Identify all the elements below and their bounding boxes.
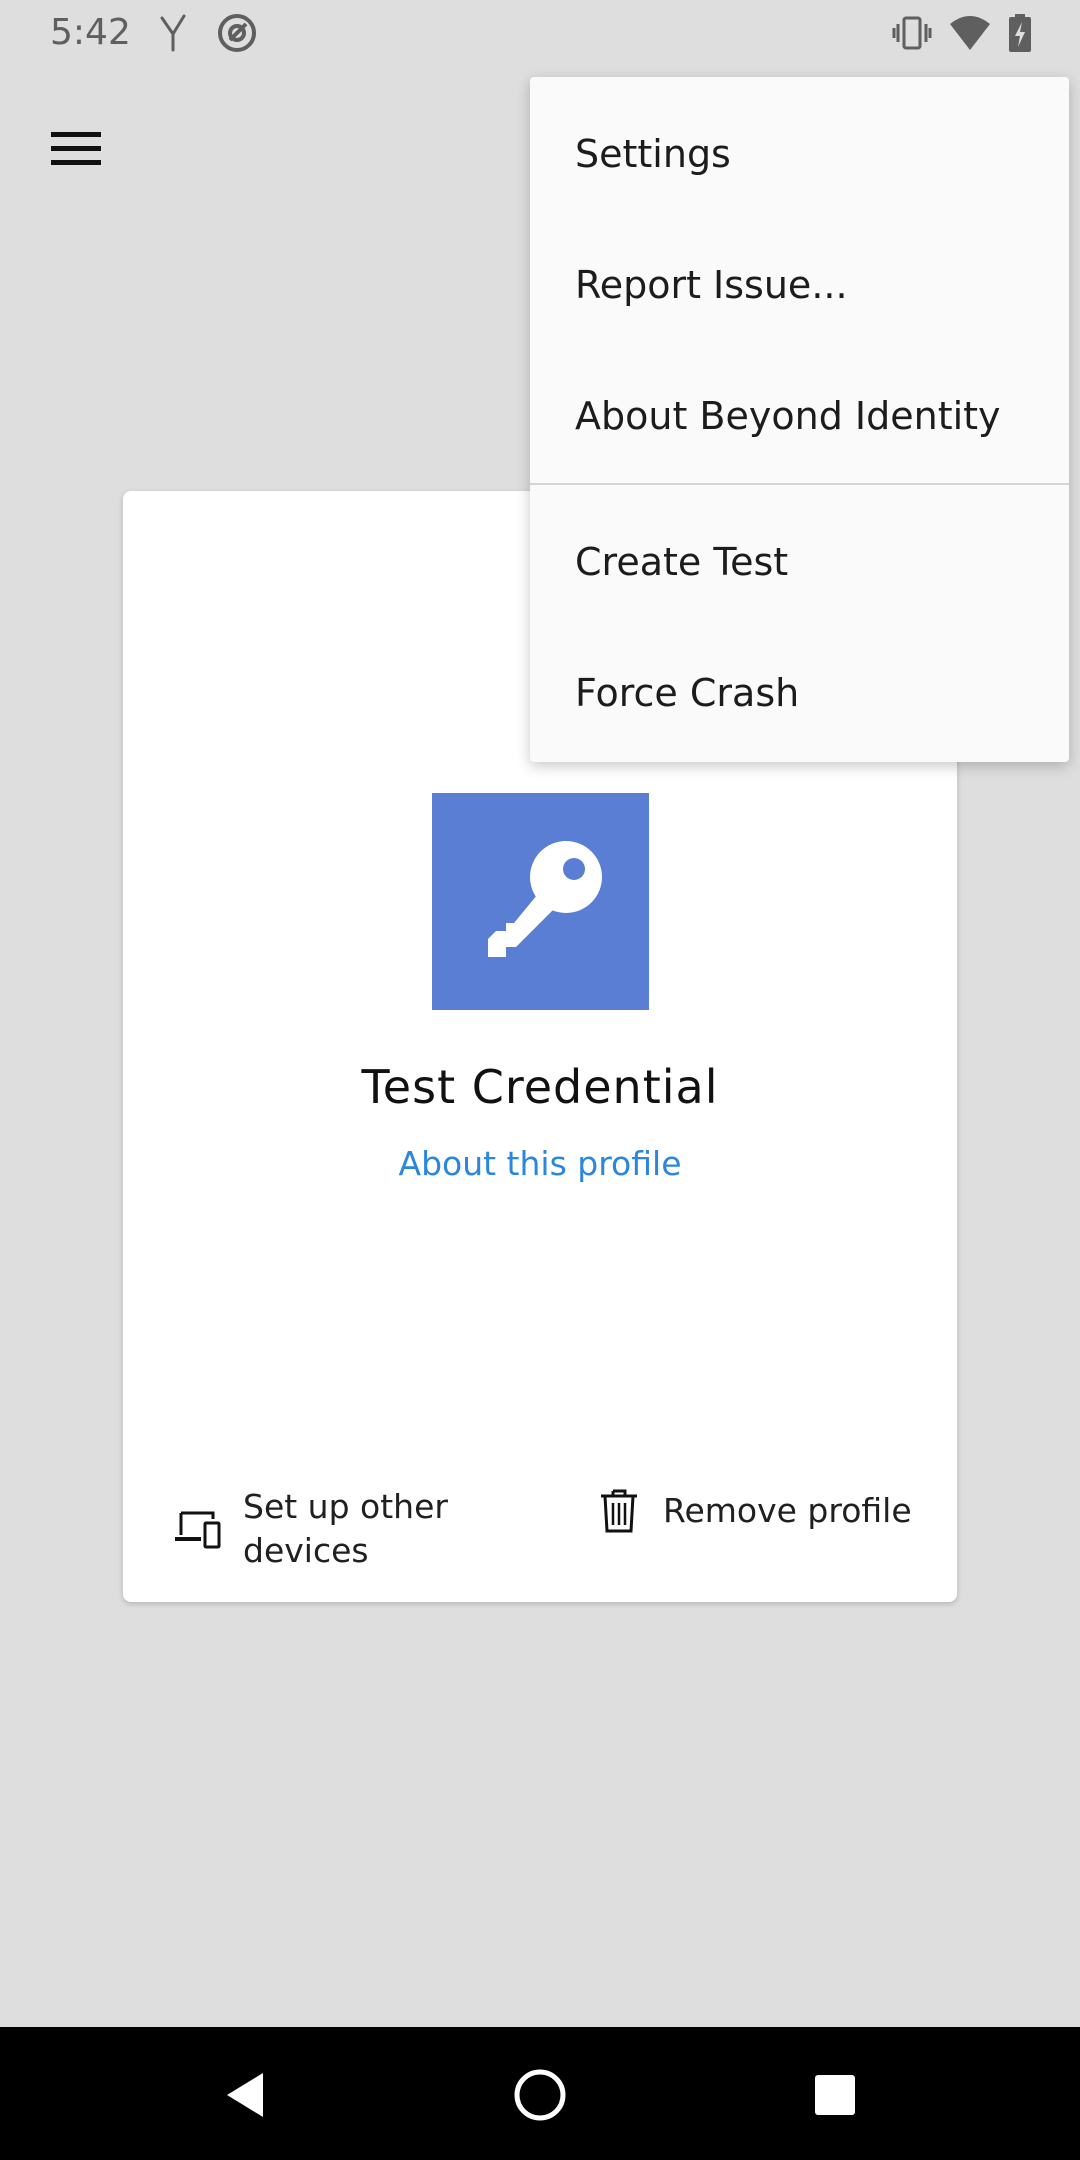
remove-profile-button[interactable]: Remove profile — [593, 1485, 933, 1537]
back-button[interactable] — [210, 2060, 280, 2130]
screen: 5:42 Test Credential About this profile … — [0, 0, 1080, 2160]
home-button[interactable] — [505, 2060, 575, 2130]
signal-y-icon — [160, 14, 186, 52]
trash-icon — [593, 1485, 645, 1537]
wifi-icon — [950, 16, 990, 50]
status-time: 5:42 — [50, 12, 131, 53]
recents-button[interactable] — [800, 2060, 870, 2130]
status-bar: 5:42 — [0, 0, 1080, 66]
recents-icon — [815, 2075, 855, 2115]
hamburger-menu-button[interactable] — [34, 106, 118, 190]
vibrate-icon — [892, 16, 932, 50]
devices-icon — [173, 1503, 225, 1555]
remove-profile-label: Remove profile — [663, 1491, 912, 1530]
back-icon — [227, 2073, 263, 2117]
overflow-menu: Settings Report Issue... About Beyond Id… — [530, 77, 1069, 762]
navigation-bar — [0, 2027, 1080, 2160]
menu-item-about[interactable]: About Beyond Identity — [530, 351, 1069, 481]
setup-other-devices-button[interactable]: Set up other devices — [173, 1485, 503, 1573]
credential-image — [432, 793, 649, 1010]
menu-divider — [530, 483, 1069, 485]
hamburger-menu-icon — [51, 132, 101, 165]
menu-item-create-test[interactable]: Create Test — [530, 497, 1069, 627]
battery-charging-icon — [1009, 14, 1031, 52]
at-sign-icon — [218, 14, 256, 52]
credential-title: Test Credential — [361, 1060, 719, 1114]
about-profile-link[interactable]: About this profile — [123, 1143, 957, 1185]
home-icon — [514, 2069, 566, 2121]
menu-item-report-issue[interactable]: Report Issue... — [530, 220, 1069, 350]
setup-other-devices-label: Set up other devices — [243, 1487, 448, 1570]
key-icon — [487, 840, 602, 957]
menu-item-settings[interactable]: Settings — [530, 89, 1069, 219]
menu-item-force-crash[interactable]: Force Crash — [530, 628, 1069, 758]
